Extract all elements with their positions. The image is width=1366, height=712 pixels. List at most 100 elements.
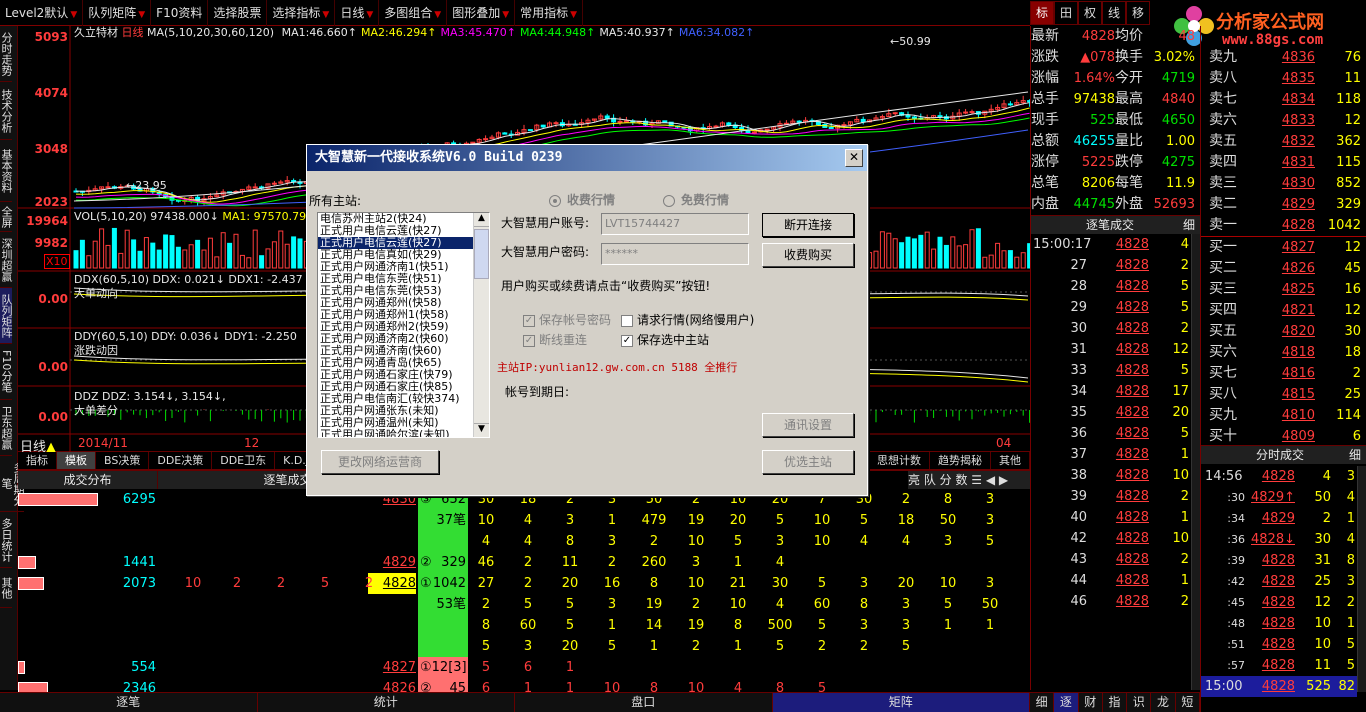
order-level: 买一: [1209, 239, 1237, 255]
chevron-down-icon[interactable]: ▼: [322, 10, 329, 20]
indicator-tab[interactable]: 趋势揭秘: [930, 452, 991, 469]
toolbar-item[interactable]: 多图组合 ▼: [379, 0, 448, 26]
right-bottom-tab[interactable]: 龙: [1151, 693, 1176, 712]
server-list-scrollbar[interactable]: ▲ ▼: [473, 213, 489, 437]
right-bottom-tab[interactable]: 指: [1103, 693, 1128, 712]
server-list[interactable]: 电信苏州主站2(快24) 正式用户电信云莲(快27) 正式用户电信云莲(快27) 正式…: [317, 212, 490, 438]
left-tab[interactable]: 其他: [0, 568, 13, 608]
sells-row[interactable]: 卖九 4836 76: [1201, 47, 1366, 68]
indicator-tab[interactable]: 思想计数: [869, 452, 930, 469]
scroll-down-icon[interactable]: ▼: [474, 423, 489, 437]
status-tab[interactable]: 统计: [258, 693, 515, 712]
right-bottom-tab[interactable]: 财: [1079, 693, 1103, 712]
indicator-tab[interactable]: 指标: [18, 452, 57, 469]
sells-row[interactable]: 卖七 4834 118: [1201, 89, 1366, 110]
toolbar-item[interactable]: 日线 ▼: [335, 0, 380, 26]
disconnect-button[interactable]: 断开连接: [762, 213, 854, 237]
save-server-checkbox[interactable]: ✓ 保存选中主站: [621, 331, 709, 348]
left-tab[interactable]: 基本资料: [0, 140, 13, 202]
status-tab[interactable]: 矩阵: [772, 693, 1030, 712]
comm-settings-button[interactable]: 通讯设置: [762, 413, 854, 437]
sells-row[interactable]: 卖八 4835 11: [1201, 68, 1366, 89]
queue-volume: 1042: [432, 576, 466, 591]
sells-row[interactable]: 卖四 4831 115: [1201, 152, 1366, 173]
buys-row[interactable]: 买七 4816 2: [1201, 363, 1366, 384]
password-input[interactable]: ******: [601, 243, 749, 265]
radio-free[interactable]: 免费行情: [663, 191, 729, 208]
left-tab[interactable]: 多日统计: [0, 512, 13, 568]
right-bottom-tab[interactable]: 细: [1030, 693, 1055, 712]
best-server-button[interactable]: 优选主站: [762, 450, 854, 474]
toolbar-item[interactable]: 常用指标 ▼: [515, 0, 584, 26]
buys-row[interactable]: 买六 4818 18: [1201, 342, 1366, 363]
right-bottom-tab[interactable]: 逐: [1054, 693, 1079, 712]
indicator-tab[interactable]: DDE卫东: [212, 452, 276, 469]
buys-row[interactable]: 买五 4820 30: [1201, 321, 1366, 342]
buys-row[interactable]: 买四 4821 12: [1201, 300, 1366, 321]
sells-row[interactable]: 卖二 4829 329: [1201, 194, 1366, 215]
close-button[interactable]: ✕: [845, 149, 863, 167]
right-bottom-tab[interactable]: 短: [1176, 693, 1200, 712]
high-marker: ←50.99: [890, 35, 931, 48]
sells-row[interactable]: 卖一 4828 1042: [1201, 215, 1366, 236]
indicator-tab[interactable]: BS决策: [96, 452, 150, 469]
left-tab[interactable]: 深圳超赢: [0, 232, 13, 288]
left-tab[interactable]: 卫东超赢: [0, 400, 13, 456]
order-volume: 852: [1336, 176, 1361, 191]
change-isp-button[interactable]: 更改网络运营商: [321, 450, 439, 474]
indicator-tab[interactable]: DDE决策: [149, 452, 213, 469]
queue-price[interactable]: 4829: [368, 552, 416, 573]
left-tab[interactable]: 全屏: [0, 202, 13, 232]
buys-row[interactable]: 买一 4827 12: [1201, 237, 1366, 258]
deal-volume: 1: [1180, 447, 1189, 462]
right-bottom-tab[interactable]: 识: [1127, 693, 1152, 712]
sells-row[interactable]: 卖三 4830 852: [1201, 173, 1366, 194]
server-item[interactable]: 正式用户网通哈尔滨(未知): [318, 429, 489, 438]
toolbar-item[interactable]: 选择股票: [208, 0, 268, 26]
right-tab[interactable]: 移: [1126, 1, 1150, 25]
deal-detail-tab[interactable]: 细: [1183, 216, 1195, 235]
chevron-down-icon[interactable]: ▼: [70, 10, 77, 20]
toolbar-item[interactable]: Level2默认 ▼: [0, 0, 84, 26]
buys-row[interactable]: 买九 4810 114: [1201, 405, 1366, 426]
right-tab[interactable]: 线: [1102, 1, 1126, 25]
right-tab[interactable]: 田: [1054, 1, 1078, 25]
toolbar-item[interactable]: 图形叠加 ▼: [447, 0, 516, 26]
buys-row[interactable]: 买十 4809 6: [1201, 426, 1366, 447]
chevron-down-icon[interactable]: ▼: [366, 10, 373, 20]
tick-list-scrollbar[interactable]: [1357, 466, 1366, 692]
save-account-checkbox[interactable]: ✓ 保存帐号密码: [523, 311, 611, 328]
status-tab[interactable]: 盘口: [515, 693, 773, 712]
left-tab[interactable]: 队列矩阵: [0, 288, 13, 344]
left-tab[interactable]: F10分笔: [0, 344, 13, 400]
buy-button[interactable]: 收费购买: [762, 243, 854, 267]
indicator-tab[interactable]: 其他: [991, 452, 1030, 469]
toolbar-item[interactable]: 队列矩阵 ▼: [83, 0, 152, 26]
radio-paid[interactable]: 收费行情: [549, 191, 615, 208]
scroll-thumb[interactable]: [474, 229, 489, 279]
toolbar-item[interactable]: F10资料: [151, 0, 209, 26]
toolbar-item[interactable]: 选择指标 ▼: [267, 0, 336, 26]
status-tab[interactable]: 逐笔: [0, 693, 258, 712]
scroll-up-icon[interactable]: ▲: [474, 213, 489, 227]
request-checkbox[interactable]: 请求行情(网络慢用户): [621, 311, 754, 328]
chevron-down-icon[interactable]: ▼: [502, 10, 509, 20]
left-tab[interactable]: 技术分析: [0, 82, 13, 140]
right-tab[interactable]: 标: [1030, 1, 1054, 25]
chevron-down-icon[interactable]: ▼: [138, 10, 145, 20]
account-input[interactable]: LVT15744427: [601, 213, 749, 235]
reconnect-checkbox[interactable]: ✓ 断线重连: [523, 331, 587, 348]
chevron-down-icon[interactable]: ▼: [434, 10, 441, 20]
buys-row[interactable]: 买八 4815 25: [1201, 384, 1366, 405]
deal-cell: 2: [364, 576, 374, 591]
chevron-down-icon[interactable]: ▼: [570, 10, 577, 20]
tick-detail-tab[interactable]: 细: [1349, 446, 1361, 465]
indicator-tab[interactable]: 模板: [57, 452, 96, 469]
buys-row[interactable]: 买三 4825 16: [1201, 279, 1366, 300]
left-tab[interactable]: 分时走势: [0, 26, 13, 82]
sells-row[interactable]: 卖六 4833 12: [1201, 110, 1366, 131]
right-tab[interactable]: 权: [1078, 1, 1102, 25]
sells-row[interactable]: 卖五 4832 362: [1201, 131, 1366, 152]
queue-price[interactable]: 4827: [368, 657, 416, 678]
buys-row[interactable]: 买二 4826 45: [1201, 258, 1366, 279]
